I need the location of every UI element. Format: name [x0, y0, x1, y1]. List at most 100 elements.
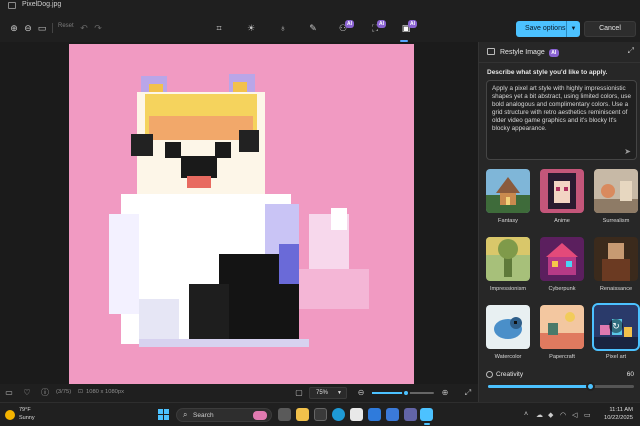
- volume-icon[interactable]: ◁: [572, 411, 577, 419]
- clock-date[interactable]: 10/22/2025: [603, 415, 633, 421]
- weather-condition: Sunny: [19, 415, 35, 421]
- file-explorer-icon[interactable]: [296, 408, 309, 421]
- style-tile-surrealism[interactable]: Surrealism: [594, 169, 638, 224]
- adjust-brightness-icon[interactable]: ☀: [245, 22, 257, 34]
- image-canvas[interactable]: [0, 42, 478, 386]
- cloud-icon[interactable]: ☁: [536, 411, 543, 419]
- prompt-label: Describe what style you'd like to apply.: [487, 69, 608, 76]
- style-tile-watercolor[interactable]: Watercolor: [486, 305, 530, 360]
- regenerate-icon[interactable]: ↻: [609, 319, 623, 333]
- ai-badge: AI: [377, 20, 386, 28]
- zoom-out-icon[interactable]: ⊖: [356, 388, 366, 398]
- zoom-slider[interactable]: [372, 389, 434, 397]
- style-label: Cyberpunk: [548, 286, 576, 292]
- filmstrip-icon[interactable]: ▭: [4, 388, 14, 398]
- chevron-down-icon: ▼: [337, 390, 342, 396]
- style-label: Surrealism: [602, 218, 630, 224]
- terminal-icon[interactable]: [314, 408, 327, 421]
- background-ai-icon[interactable]: ⛶ AI: [369, 20, 386, 34]
- copilot-icon[interactable]: ◆: [548, 411, 553, 419]
- taskbar: 79°F Sunny ⌕ Search ˄ ☁ ◆ ◠ ◁ ▭ 11:11 AM…: [0, 402, 640, 426]
- zoom-slider-thumb[interactable]: [402, 389, 411, 397]
- papercraft-thumbnail: [540, 305, 584, 349]
- info-icon[interactable]: ⓘ: [40, 388, 50, 398]
- status-bar: ▭ ♡ ⓘ (3/75) ⊡ 1080 x 1080px ▢ 75% ▼ ⊖ ⊕…: [0, 384, 478, 402]
- creativity-value: 60: [626, 371, 634, 378]
- cancel-button[interactable]: Cancel: [584, 21, 636, 37]
- redo-icon[interactable]: ↷: [92, 22, 104, 34]
- task-view-icon[interactable]: [278, 408, 291, 421]
- creativity-icon: [486, 371, 493, 378]
- weather-temperature: 79°F: [19, 407, 31, 413]
- style-label: Anime: [554, 218, 570, 224]
- panel-divider: [479, 62, 640, 63]
- panel-header: Restyle Image AI: [487, 48, 559, 57]
- style-label: Pixel art: [605, 354, 627, 360]
- filter-icon[interactable]: ♁: [277, 22, 289, 34]
- anime-thumbnail: [540, 169, 584, 213]
- search-highlight-icon: [253, 411, 267, 420]
- battery-icon[interactable]: ▭: [584, 411, 591, 419]
- windows-start-icon[interactable]: [158, 409, 170, 421]
- outlook-icon[interactable]: [368, 408, 381, 421]
- zoom-in-icon[interactable]: ⊕: [8, 22, 20, 34]
- surrealism-thumbnail: [594, 169, 638, 213]
- impressionism-thumbnail: [486, 237, 530, 281]
- zoom-select[interactable]: 75% ▼: [309, 387, 347, 399]
- undo-icon[interactable]: ↶: [78, 22, 90, 34]
- fantasy-thumbnail: [486, 169, 530, 213]
- image-size-icon: ⊡: [78, 389, 83, 395]
- title-bar: PixelDog.jpg: [0, 0, 640, 12]
- style-label: Renaissance: [599, 286, 633, 292]
- style-tile-fantasy[interactable]: Fantasy: [486, 169, 530, 224]
- zoom-in-icon[interactable]: ⊕: [440, 388, 450, 398]
- wifi-icon[interactable]: ◠: [560, 411, 566, 419]
- edge-browser-icon[interactable]: [332, 408, 345, 421]
- clock-time[interactable]: 11:11 AM: [603, 407, 633, 413]
- send-icon[interactable]: ➤: [624, 148, 631, 156]
- style-tile-impressionism[interactable]: Impressionism: [486, 237, 530, 292]
- sun-icon[interactable]: [5, 410, 15, 420]
- fit-to-window-icon[interactable]: ▭: [36, 22, 48, 34]
- style-tile-papercraft[interactable]: Papercraft: [540, 305, 584, 360]
- pixel-art-thumbnail: ↻: [592, 303, 640, 351]
- fullscreen-icon[interactable]: ⤢: [463, 388, 473, 398]
- photos-app-taskbar-icon[interactable]: [420, 408, 433, 425]
- style-tile-pixel-art[interactable]: ↻ Pixel art: [592, 303, 640, 360]
- creativity-label: Creativity: [496, 371, 524, 378]
- chevron-up-icon[interactable]: ˄: [524, 411, 528, 418]
- favorite-heart-icon[interactable]: ♡: [22, 388, 32, 398]
- zoom-out-icon[interactable]: ⊖: [22, 22, 34, 34]
- teams-icon[interactable]: [404, 408, 417, 421]
- reset-button[interactable]: Reset: [58, 23, 74, 29]
- creativity-slider[interactable]: [488, 382, 634, 391]
- vscode-icon[interactable]: [386, 408, 399, 421]
- creativity-slider-thumb[interactable]: [585, 382, 595, 391]
- collapse-panel-icon[interactable]: ⤢: [628, 46, 634, 56]
- store-icon[interactable]: [350, 408, 363, 421]
- renaissance-thumbnail: [594, 237, 638, 281]
- ai-badge: AI: [548, 49, 559, 57]
- watercolor-thumbnail: [486, 305, 530, 349]
- taskbar-search-box[interactable]: ⌕ Search: [176, 408, 272, 422]
- search-placeholder: Search: [193, 412, 214, 419]
- ai-badge: AI: [408, 20, 417, 28]
- style-prompt-input[interactable]: Apply a pixel art style with highly impr…: [486, 80, 637, 160]
- fit-screen-icon[interactable]: ▢: [294, 388, 304, 398]
- save-options-button[interactable]: Save options ▼: [516, 21, 580, 37]
- erase-ai-icon[interactable]: ⚇ AI: [337, 20, 354, 34]
- style-tile-renaissance[interactable]: Renaissance: [594, 237, 638, 292]
- page-counter: (3/75): [56, 389, 72, 395]
- crop-icon[interactable]: ⌗: [213, 22, 225, 34]
- style-tile-anime[interactable]: Anime: [540, 169, 584, 224]
- window-title: PixelDog.jpg: [22, 1, 62, 8]
- restyle-ai-icon[interactable]: ▣ AI: [400, 20, 417, 34]
- chevron-down-icon[interactable]: ▼: [566, 21, 580, 37]
- pixel-dog-image[interactable]: [69, 44, 414, 386]
- style-label: Watercolor: [494, 354, 522, 360]
- markup-pen-icon[interactable]: ✎: [307, 22, 319, 34]
- style-tile-cyberpunk[interactable]: Cyberpunk: [540, 237, 584, 292]
- panel-title: Restyle Image: [500, 49, 545, 56]
- restyle-icon: [487, 48, 495, 55]
- cyberpunk-thumbnail: [540, 237, 584, 281]
